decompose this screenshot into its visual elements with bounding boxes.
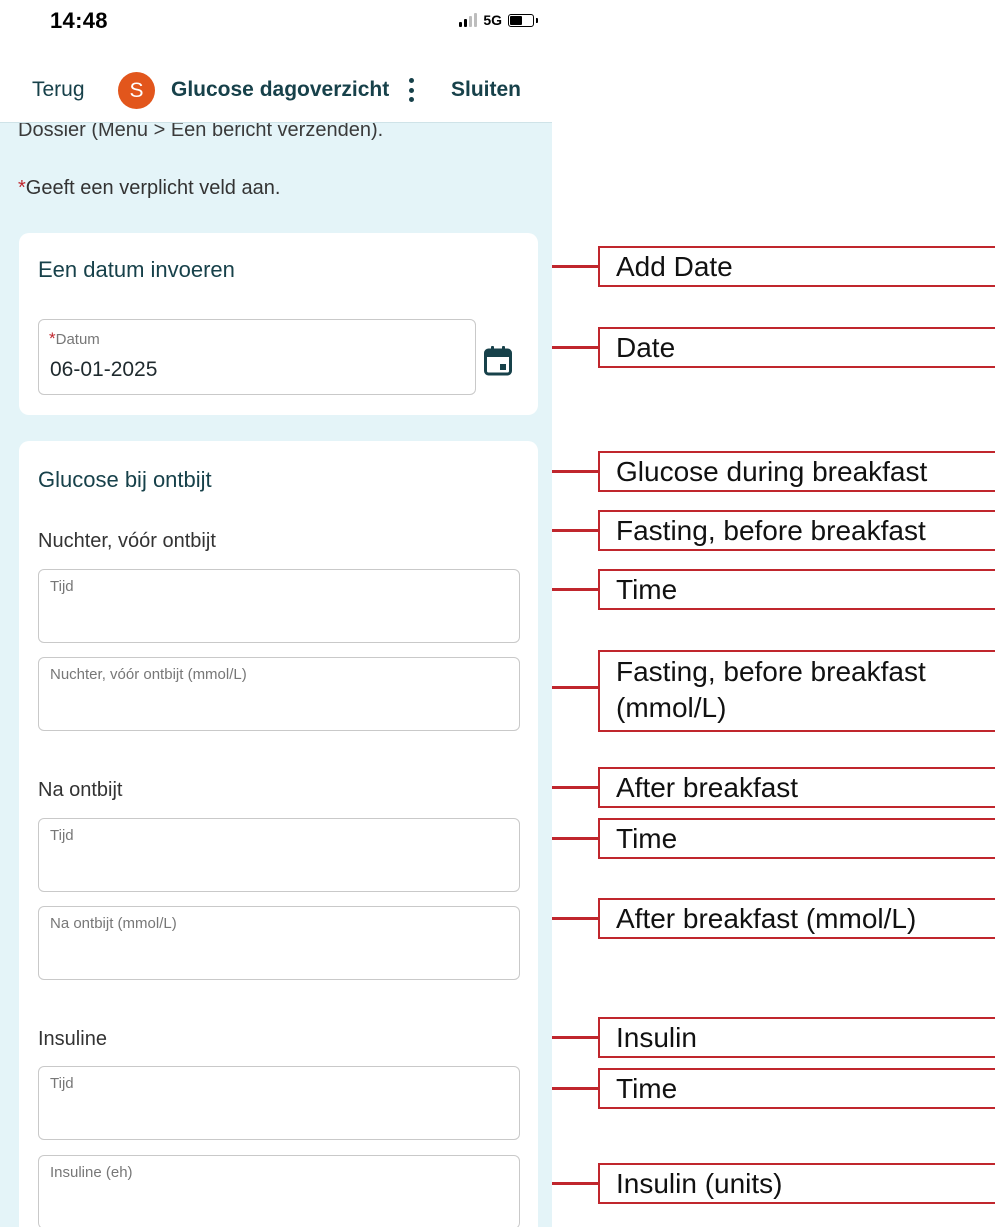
status-bar: 14:48 5G [0,0,552,44]
calendar-icon[interactable] [484,346,512,376]
annotation-callout: Insulin [552,1017,995,1058]
callout-text: Fasting, before breakfast [616,515,926,546]
back-button[interactable]: Terug [32,78,85,102]
callout-text: Fasting, before breakfast (mmol/L) [616,656,926,723]
annotation-callout: Time [552,1068,995,1109]
annotation-callout: Time [552,569,995,610]
battery-icon [508,13,538,27]
callout-text: Time [616,1073,678,1104]
callout-line [552,529,598,532]
status-indicators: 5G [459,12,538,28]
insulin-value-input[interactable]: Insuline (eh) [38,1155,520,1227]
callout-text: After breakfast (mmol/L) [616,903,917,934]
callout-box: Fasting, before breakfast (mmol/L) [598,650,995,732]
date-card-heading: Een datum invoeren [38,257,235,282]
status-time: 14:48 [50,8,108,33]
fasting-time-input[interactable]: Tijd [38,569,520,643]
date-field-label-text: Datum [55,331,100,348]
callout-box: Time [598,818,995,859]
callout-line [552,837,598,840]
callout-line [552,686,598,689]
callout-box: After breakfast (mmol/L) [598,898,995,939]
callout-box: Insulin (units) [598,1163,995,1204]
callout-text: Insulin [616,1022,697,1053]
annotation-callout: Add Date [552,246,995,287]
callout-box: Add Date [598,246,995,287]
after-breakfast-time-input[interactable]: Tijd [38,818,520,892]
avatar[interactable]: S [118,72,155,109]
field-label: Tijd [50,827,74,844]
annotation-callout: After breakfast [552,767,995,808]
field-label: Tijd [50,1075,74,1092]
callout-line [552,1036,598,1039]
callout-line [552,1182,598,1185]
callout-text: After breakfast [616,772,799,803]
callout-box: Glucose during breakfast [598,451,995,492]
callout-text: Glucose during breakfast [616,456,928,487]
glucose-card: Glucose bij ontbijt Nuchter, vóór ontbij… [19,441,538,1227]
required-star: * [49,329,56,348]
network-type: 5G [483,12,502,28]
after-breakfast-value-input[interactable]: Na ontbijt (mmol/L) [38,906,520,980]
annotation-callout: Insulin (units) [552,1163,995,1204]
callout-box: Insulin [598,1017,995,1058]
fasting-value-input[interactable]: Nuchter, vóór ontbijt (mmol/L) [38,657,520,731]
field-label: Nuchter, vóór ontbijt (mmol/L) [50,666,247,683]
intro-text: Dossier (Menu > Een bericht verzenden). [18,122,384,141]
callout-text: Time [616,574,678,605]
glucose-card-heading: Glucose bij ontbijt [38,467,212,492]
callout-box: Date [598,327,995,368]
section-label-fasting: Nuchter, vóór ontbijt [38,530,216,552]
section-label-insulin: Insuline [38,1028,107,1050]
close-button[interactable]: Sluiten [451,78,521,102]
date-field-value: 06-01-2025 [50,358,158,381]
more-options-icon[interactable] [403,75,419,105]
annotation-callout: Fasting, before breakfast (mmol/L) [552,650,995,732]
callout-line [552,1087,598,1090]
annotation-callout: Date [552,327,995,368]
callout-line [552,265,598,268]
callout-line [552,786,598,789]
insulin-time-input[interactable]: Tijd [38,1066,520,1140]
required-note-text: Geeft een verplicht veld aan. [25,177,281,199]
callout-line [552,917,598,920]
nav-bar: Terug S Glucose dagoverzicht Sluiten [0,66,552,116]
signal-icon [459,13,478,27]
section-label-after-breakfast: Na ontbijt [38,779,123,801]
callout-box: Fasting, before breakfast [598,510,995,551]
field-label: Tijd [50,578,74,595]
annotation-callout: Glucose during breakfast [552,451,995,492]
callout-line [552,470,598,473]
field-label: Insuline (eh) [50,1164,133,1181]
annotation-callout: Fasting, before breakfast [552,510,995,551]
required-star: * [18,177,26,199]
callout-line [552,588,598,591]
callout-box: Time [598,569,995,610]
annotation-callout: After breakfast (mmol/L) [552,898,995,939]
date-field[interactable]: *Datum 06-01-2025 [38,319,476,395]
date-card: Een datum invoeren *Datum 06-01-2025 [19,233,538,415]
callout-text: Add Date [616,251,733,282]
callout-text: Time [616,823,678,854]
callout-box: Time [598,1068,995,1109]
field-label: Na ontbijt (mmol/L) [50,915,177,932]
page-title: Glucose dagoverzicht [171,78,390,101]
form-content[interactable]: Dossier (Menu > Een bericht verzenden). … [0,122,552,1227]
required-note: *Geeft een verplicht veld aan. [18,177,280,200]
phone-screen: 14:48 5G Terug S Glucose dagoverzicht Sl… [0,0,552,1227]
callout-text: Date [616,332,676,363]
callout-box: After breakfast [598,767,995,808]
date-field-label: *Datum [49,329,100,349]
callout-line [552,346,598,349]
annotation-callout: Time [552,818,995,859]
callout-text: Insulin (units) [616,1168,783,1199]
